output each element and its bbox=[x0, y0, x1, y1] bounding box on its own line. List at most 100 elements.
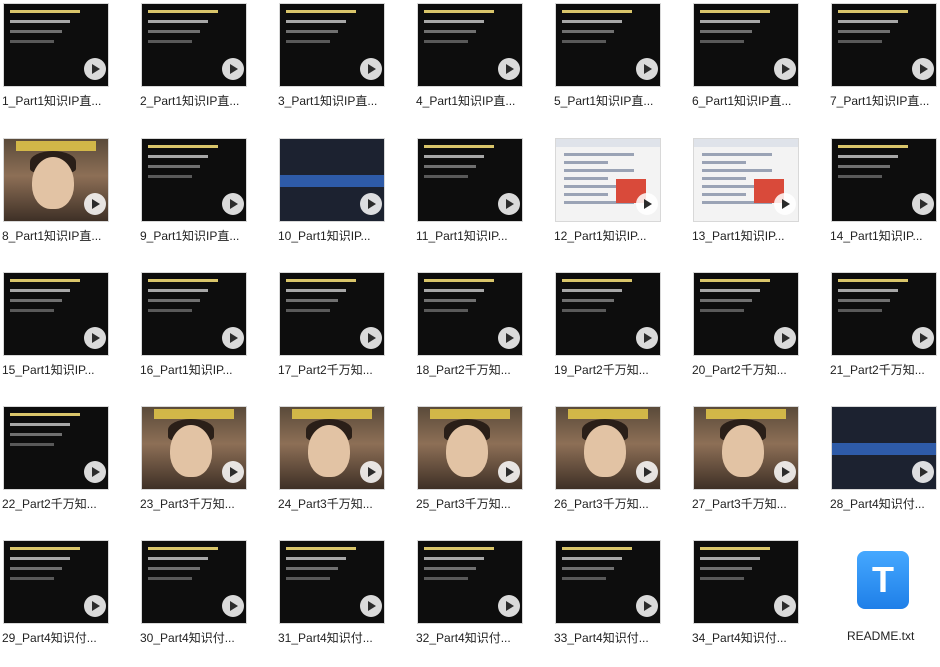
file-name-label: 28_Part4知识付... bbox=[830, 497, 925, 511]
video-file-item[interactable]: 7_Part1知识IP直... bbox=[830, 0, 940, 130]
video-thumbnail bbox=[418, 407, 522, 489]
video-file-item[interactable]: 15_Part1知识IP... bbox=[2, 269, 134, 399]
play-icon bbox=[774, 193, 796, 215]
play-icon bbox=[498, 58, 520, 80]
video-file-item[interactable]: 33_Part4知识付... bbox=[554, 537, 686, 667]
play-icon bbox=[912, 461, 934, 483]
play-icon bbox=[774, 595, 796, 617]
file-name-label: 3_Part1知识IP直... bbox=[278, 94, 378, 108]
video-file-item[interactable]: 24_Part3千万知... bbox=[278, 403, 410, 533]
video-file-item[interactable]: 23_Part3千万知... bbox=[140, 403, 272, 533]
video-thumbnail bbox=[694, 139, 798, 221]
play-icon bbox=[222, 58, 244, 80]
file-name-label: README.txt bbox=[847, 629, 915, 643]
video-file-item[interactable]: 28_Part4知识付... bbox=[830, 403, 940, 533]
play-icon bbox=[774, 327, 796, 349]
video-file-item[interactable]: 3_Part1知识IP直... bbox=[278, 0, 410, 130]
file-name-label: 13_Part1知识IP... bbox=[692, 229, 785, 243]
video-file-item[interactable]: 1_Part1知识IP直... bbox=[2, 0, 134, 130]
video-file-item[interactable]: 8_Part1知识IP直... bbox=[2, 135, 134, 265]
file-name-label: 25_Part3千万知... bbox=[416, 497, 511, 511]
video-file-item[interactable]: 13_Part1知识IP... bbox=[692, 135, 824, 265]
video-thumbnail bbox=[418, 541, 522, 623]
video-file-item[interactable]: 11_Part1知识IP... bbox=[416, 135, 548, 265]
play-icon bbox=[360, 327, 382, 349]
video-thumbnail bbox=[142, 139, 246, 221]
video-thumbnail bbox=[142, 273, 246, 355]
video-file-item[interactable]: 14_Part1知识IP... bbox=[830, 135, 940, 265]
video-file-item[interactable]: 34_Part4知识付... bbox=[692, 537, 824, 667]
video-file-item[interactable]: 32_Part4知识付... bbox=[416, 537, 548, 667]
play-icon bbox=[636, 193, 658, 215]
file-name-label: 4_Part1知识IP直... bbox=[416, 94, 516, 108]
file-name-label: 1_Part1知识IP直... bbox=[2, 94, 102, 108]
file-name-label: 34_Part4知识付... bbox=[692, 631, 787, 645]
file-name-label: 7_Part1知识IP直... bbox=[830, 94, 930, 108]
video-thumbnail bbox=[556, 407, 660, 489]
play-icon bbox=[222, 193, 244, 215]
video-file-item[interactable]: 19_Part2千万知... bbox=[554, 269, 686, 399]
video-file-item[interactable]: 27_Part3千万知... bbox=[692, 403, 824, 533]
play-icon bbox=[360, 595, 382, 617]
play-icon bbox=[774, 58, 796, 80]
video-file-item[interactable]: 31_Part4知识付... bbox=[278, 537, 410, 667]
txt-icon-glyph: T bbox=[872, 559, 894, 600]
file-name-label: 10_Part1知识IP... bbox=[278, 229, 371, 243]
video-file-item[interactable]: 18_Part2千万知... bbox=[416, 269, 548, 399]
play-icon bbox=[636, 595, 658, 617]
video-thumbnail bbox=[832, 273, 936, 355]
video-thumbnail bbox=[556, 273, 660, 355]
play-icon bbox=[636, 327, 658, 349]
play-icon bbox=[912, 327, 934, 349]
video-file-item[interactable]: 22_Part2千万知... bbox=[2, 403, 134, 533]
file-name-label: 14_Part1知识IP... bbox=[830, 229, 923, 243]
video-thumbnail bbox=[4, 407, 108, 489]
video-file-item[interactable]: 6_Part1知识IP直... bbox=[692, 0, 824, 130]
video-file-item[interactable]: 12_Part1知识IP... bbox=[554, 135, 686, 265]
txt-file-icon: T bbox=[857, 551, 909, 609]
play-icon bbox=[636, 461, 658, 483]
file-name-label: 23_Part3千万知... bbox=[140, 497, 235, 511]
video-file-item[interactable]: 29_Part4知识付... bbox=[2, 537, 134, 667]
play-icon bbox=[84, 461, 106, 483]
file-name-label: 5_Part1知识IP直... bbox=[554, 94, 654, 108]
play-icon bbox=[912, 193, 934, 215]
file-name-label: 20_Part2千万知... bbox=[692, 363, 787, 377]
file-name-label: 6_Part1知识IP直... bbox=[692, 94, 792, 108]
play-icon bbox=[498, 193, 520, 215]
file-name-label: 30_Part4知识付... bbox=[140, 631, 235, 645]
video-file-item[interactable]: 25_Part3千万知... bbox=[416, 403, 548, 533]
video-thumbnail bbox=[556, 541, 660, 623]
play-icon bbox=[84, 595, 106, 617]
video-thumbnail bbox=[4, 541, 108, 623]
play-icon bbox=[360, 58, 382, 80]
file-name-label: 32_Part4知识付... bbox=[416, 631, 511, 645]
play-icon bbox=[498, 327, 520, 349]
file-name-label: 33_Part4知识付... bbox=[554, 631, 649, 645]
video-file-item[interactable]: 21_Part2千万知... bbox=[830, 269, 940, 399]
file-name-label: 29_Part4知识付... bbox=[2, 631, 97, 645]
video-file-item[interactable]: 16_Part1知识IP... bbox=[140, 269, 272, 399]
video-thumbnail bbox=[694, 273, 798, 355]
video-thumbnail bbox=[556, 139, 660, 221]
video-file-item[interactable]: 17_Part2千万知... bbox=[278, 269, 410, 399]
video-file-item[interactable]: 26_Part3千万知... bbox=[554, 403, 686, 533]
video-file-item[interactable]: 30_Part4知识付... bbox=[140, 537, 272, 667]
video-thumbnail bbox=[4, 4, 108, 86]
video-file-item[interactable]: 20_Part2千万知... bbox=[692, 269, 824, 399]
play-icon bbox=[84, 58, 106, 80]
video-file-item[interactable]: 4_Part1知识IP直... bbox=[416, 0, 548, 130]
video-file-item[interactable]: 5_Part1知识IP直... bbox=[554, 0, 686, 130]
readme-file-item[interactable]: T README.txt bbox=[832, 537, 940, 667]
play-icon bbox=[360, 461, 382, 483]
file-name-label: 27_Part3千万知... bbox=[692, 497, 787, 511]
file-name-label: 12_Part1知识IP... bbox=[554, 229, 647, 243]
play-icon bbox=[222, 461, 244, 483]
video-file-item[interactable]: 2_Part1知识IP直... bbox=[140, 0, 272, 130]
play-icon bbox=[774, 461, 796, 483]
video-file-item[interactable]: 9_Part1知识IP直... bbox=[140, 135, 272, 265]
video-file-item[interactable]: 10_Part1知识IP... bbox=[278, 135, 410, 265]
file-name-label: 15_Part1知识IP... bbox=[2, 363, 95, 377]
video-thumbnail bbox=[694, 4, 798, 86]
file-name-label: 22_Part2千万知... bbox=[2, 497, 97, 511]
